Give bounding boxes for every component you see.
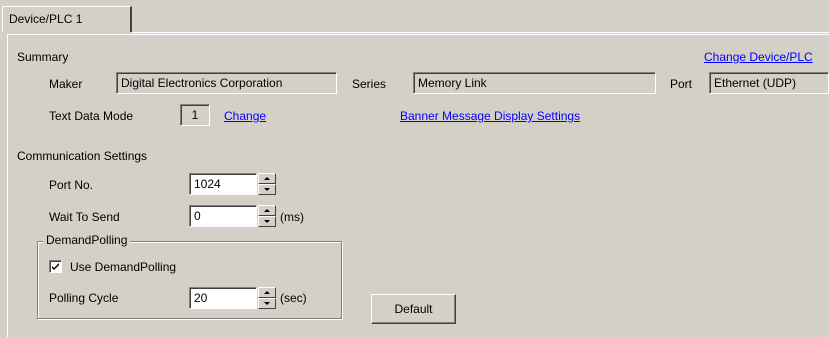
series-field: Memory Link bbox=[413, 72, 656, 94]
port-no-spinner[interactable] bbox=[258, 173, 276, 195]
communication-settings-heading: Communication Settings bbox=[17, 149, 148, 163]
checkmark-icon bbox=[52, 263, 59, 270]
port-no-label: Port No. bbox=[49, 178, 94, 192]
wait-to-send-label: Wait To Send bbox=[49, 210, 120, 224]
change-text-mode-link[interactable]: Change bbox=[224, 109, 266, 123]
demand-polling-group-label: DemandPolling bbox=[43, 233, 131, 247]
wait-to-send-input[interactable]: 0 bbox=[189, 205, 257, 227]
spin-down-button[interactable] bbox=[258, 184, 276, 195]
tab-device-plc-1[interactable]: Device/PLC 1 bbox=[2, 6, 132, 32]
port-label: Port bbox=[670, 77, 693, 91]
port-no-input[interactable]: 1024 bbox=[189, 173, 257, 195]
spin-down-button[interactable] bbox=[258, 216, 276, 227]
arrow-up-icon bbox=[264, 177, 270, 180]
text-data-mode-field: 1 bbox=[180, 104, 210, 126]
arrow-up-icon bbox=[264, 209, 270, 212]
default-button[interactable]: Default bbox=[371, 294, 456, 324]
wait-to-send-spinner[interactable] bbox=[258, 205, 276, 227]
arrow-up-icon bbox=[264, 291, 270, 294]
banner-message-settings-link[interactable]: Banner Message Display Settings bbox=[400, 109, 580, 123]
series-label: Series bbox=[352, 77, 387, 91]
panel-divider bbox=[132, 32, 829, 33]
wait-unit-label: (ms) bbox=[280, 210, 304, 224]
polling-cycle-input[interactable]: 20 bbox=[189, 287, 257, 309]
spin-up-button[interactable] bbox=[258, 205, 276, 216]
use-demand-polling-label: Use DemandPolling bbox=[70, 260, 177, 274]
maker-label: Maker bbox=[49, 77, 83, 91]
text-data-mode-label: Text Data Mode bbox=[49, 109, 134, 123]
arrow-down-icon bbox=[264, 188, 270, 191]
change-device-plc-link[interactable]: Change Device/PLC bbox=[704, 50, 813, 64]
spin-down-button[interactable] bbox=[258, 298, 276, 309]
tab-label: Device/PLC 1 bbox=[9, 12, 83, 26]
polling-cycle-label: Polling Cycle bbox=[49, 291, 119, 305]
maker-field: Digital Electronics Corporation bbox=[116, 72, 337, 94]
spin-up-button[interactable] bbox=[258, 287, 276, 298]
use-demand-polling-checkbox[interactable] bbox=[49, 260, 62, 273]
spin-up-button[interactable] bbox=[258, 173, 276, 184]
arrow-down-icon bbox=[264, 302, 270, 305]
polling-unit-label: (sec) bbox=[280, 291, 307, 305]
port-field: Ethernet (UDP) bbox=[709, 72, 829, 94]
summary-heading: Summary bbox=[17, 50, 69, 64]
arrow-down-icon bbox=[264, 220, 270, 223]
polling-cycle-spinner[interactable] bbox=[258, 287, 276, 309]
